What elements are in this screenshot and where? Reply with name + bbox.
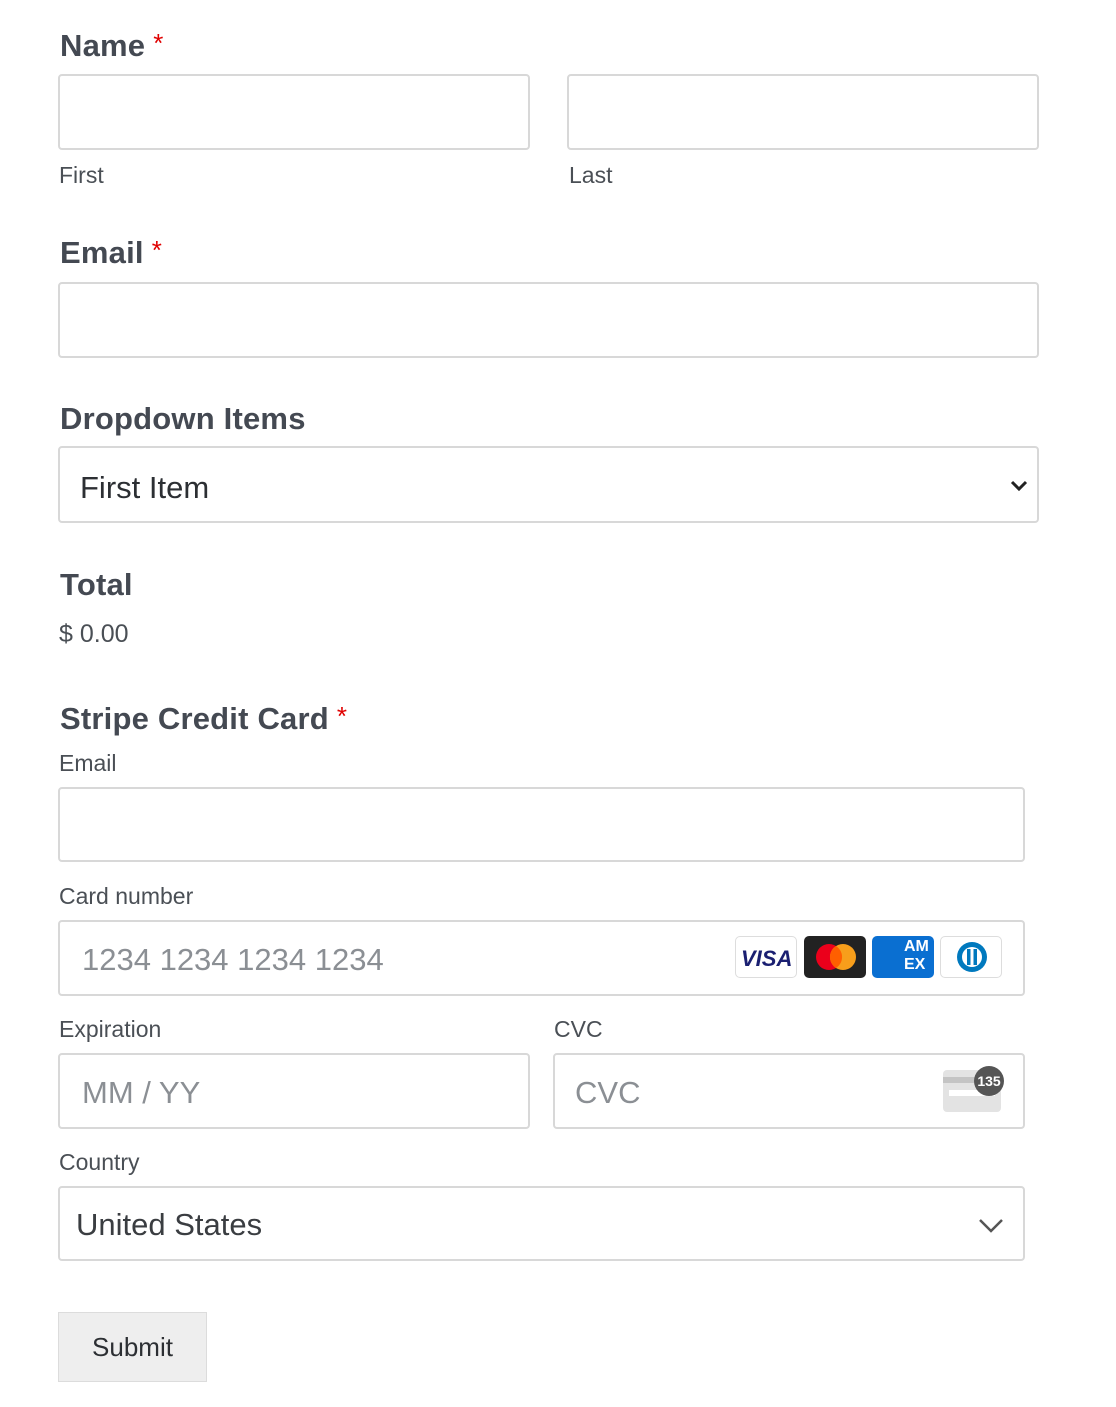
cvc-label: CVC xyxy=(554,1016,603,1042)
name-label-text: Name xyxy=(60,28,146,63)
amex-text-bottom: EX xyxy=(904,956,926,973)
cvc-badge: 135 xyxy=(974,1066,1004,1096)
expiration-input[interactable]: MM / YY xyxy=(58,1053,530,1129)
amex-text-top: AM xyxy=(904,938,929,955)
chevron-down-icon xyxy=(979,1219,1003,1233)
card-number-placeholder: 1234 1234 1234 1234 xyxy=(82,942,384,977)
email-label-text: Email xyxy=(60,235,144,270)
last-name-sublabel: Last xyxy=(569,162,613,188)
last-name-input[interactable] xyxy=(567,74,1039,150)
amex-icon: AM EX xyxy=(872,936,934,978)
mastercard-icon xyxy=(804,936,866,978)
chevron-down-icon xyxy=(1010,480,1028,492)
required-mark: * xyxy=(336,701,348,731)
diners-logo xyxy=(957,942,987,972)
name-label: Name * xyxy=(60,28,164,64)
submit-button[interactable]: Submit xyxy=(58,1312,207,1382)
visa-icon: VISA xyxy=(735,936,797,978)
expiration-placeholder: MM / YY xyxy=(82,1075,201,1110)
total-label: Total xyxy=(60,567,133,602)
country-label: Country xyxy=(59,1149,140,1175)
country-select[interactable]: United States xyxy=(58,1186,1025,1261)
diners-icon xyxy=(940,936,1002,978)
mastercard-circles xyxy=(816,944,856,970)
total-value: $ 0.00 xyxy=(59,620,129,648)
stripe-email-input[interactable] xyxy=(58,787,1025,862)
stripe-email-label: Email xyxy=(59,750,117,776)
cvc-card-icon: 135 xyxy=(943,1066,1004,1112)
required-mark: * xyxy=(151,235,163,265)
dropdown-select[interactable]: First Item xyxy=(58,446,1039,523)
country-selected-value: United States xyxy=(76,1207,263,1242)
dropdown-selected-value: First Item xyxy=(80,470,210,505)
stripe-label-text: Stripe Credit Card xyxy=(60,701,329,736)
cvc-input[interactable]: CVC 135 xyxy=(553,1053,1025,1129)
cvc-placeholder: CVC xyxy=(575,1075,641,1110)
email-input[interactable] xyxy=(58,282,1039,358)
email-label: Email * xyxy=(60,235,162,271)
first-name-input[interactable] xyxy=(58,74,530,150)
stripe-label: Stripe Credit Card * xyxy=(60,701,347,737)
expiration-label: Expiration xyxy=(59,1016,162,1042)
dropdown-label: Dropdown Items xyxy=(60,401,306,436)
card-number-label: Card number xyxy=(59,883,194,909)
required-mark: * xyxy=(153,28,164,58)
visa-text: VISA xyxy=(741,946,793,971)
first-name-sublabel: First xyxy=(59,162,104,188)
